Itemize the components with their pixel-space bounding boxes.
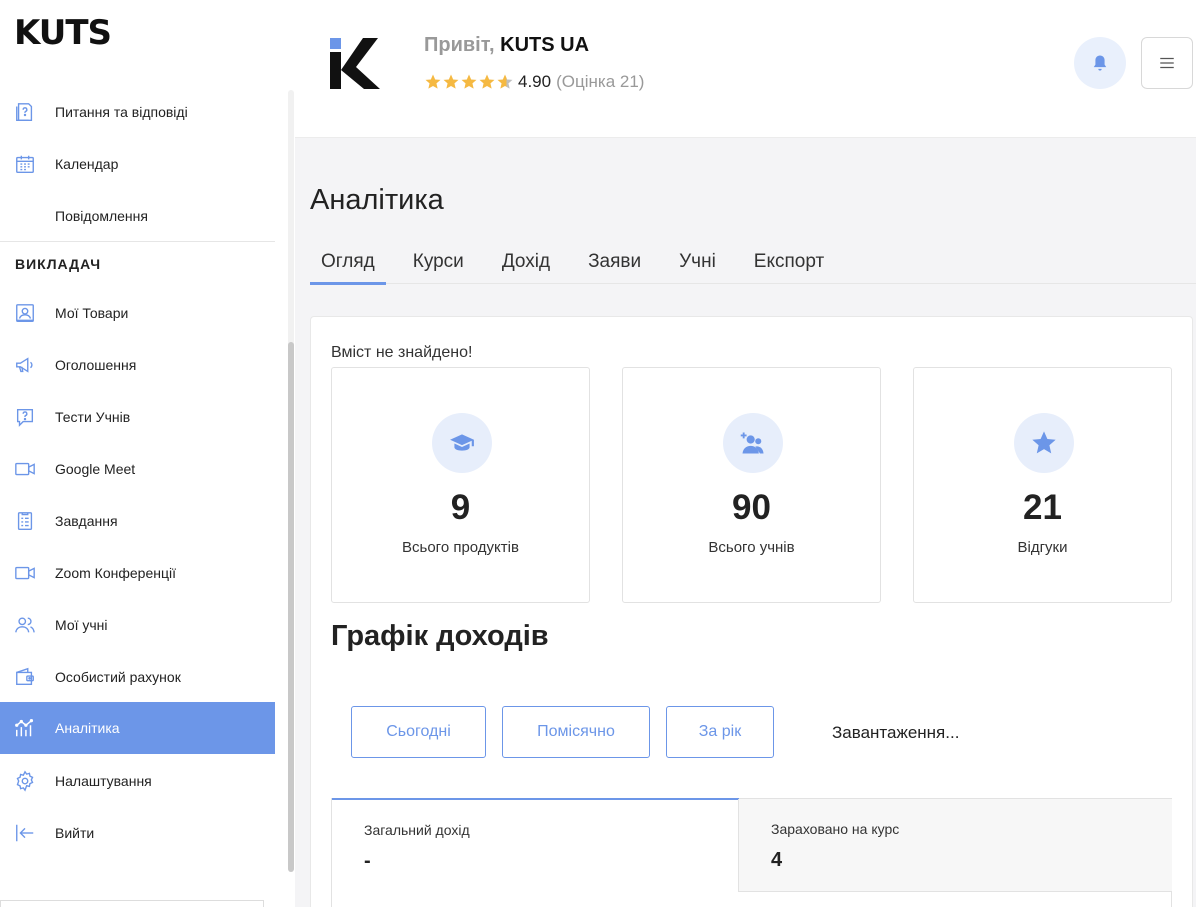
sidebar-section-title: ВИКЛАДАЧ [15,256,102,272]
product-icon [14,302,36,324]
megaphone-icon [14,354,36,376]
sidebar-item-student-tests[interactable]: Тести Учнів [0,391,275,443]
sidebar-item-label: Zoom Конференції [55,565,176,581]
tab-courses[interactable]: Курси [402,240,475,284]
sidebar-item-messages[interactable]: Повідомлення [0,190,275,242]
sidebar-item-settings[interactable]: Налаштування [0,755,275,807]
sidebar-item-label: Особистий рахунок [55,669,181,685]
sidebar-item-my-products[interactable]: Мої Товари [0,287,275,339]
sidebar-item-label: Тести Учнів [55,409,131,425]
quiz-icon [14,406,36,428]
logout-icon [14,822,36,844]
stat-value: 21 [1023,488,1062,527]
tab-export[interactable]: Експорт [743,240,835,284]
messages-icon [14,205,36,227]
sidebar-item-label: Оголошення [55,357,137,373]
graduation-cap-icon [432,413,492,473]
stat-card-students: 90 Всього учнів [622,367,881,603]
analytics-tabs: Огляд Курси Дохід Заяви Учні Експорт [310,240,1196,285]
sidebar-item-personal-account[interactable]: Особистий рахунок [0,651,275,703]
video-icon [14,562,36,584]
sidebar-item-label: Мої Товари [55,305,129,321]
stat-label: Всього учнів [708,539,795,556]
stat-value: 90 [732,488,771,527]
qa-book-icon [14,101,36,123]
range-yearly-button[interactable]: За рік [666,706,774,758]
income-summary: Загальний дохід - Зараховано на курс 4 [331,798,1172,907]
calendar-icon [14,153,36,175]
sidebar-item-label: Календар [55,156,119,172]
tab-income[interactable]: Дохід [491,240,561,284]
sidebar-item-zoom[interactable]: Zoom Конференції [0,547,275,599]
sidebar-item-my-students[interactable]: Мої учні [0,599,275,651]
tab-applications[interactable]: Заяви [577,240,652,284]
tab-students[interactable]: Учні [668,240,727,284]
loading-indicator: Завантаження... [832,723,960,742]
sidebar-item-label: Налаштування [55,773,152,789]
assignment-icon [14,510,36,532]
sidebar-footer [0,900,264,907]
sidebar-item-logout[interactable]: Вийти [0,807,275,859]
tab-overview[interactable]: Огляд [310,240,386,285]
brand-logo-icon [325,34,381,92]
notifications-button[interactable] [1074,37,1126,89]
summary-total-income[interactable]: Загальний дохід - [332,798,739,893]
range-monthly-button[interactable]: Помісячно [502,706,650,758]
star-icon [425,74,441,89]
users-icon [14,614,36,636]
sidebar-item-calendar[interactable]: Календар [0,138,275,190]
range-today-button[interactable]: Сьогодні [351,706,486,758]
half-star-icon [497,74,513,89]
stat-label: Відгуки [1017,539,1068,556]
user-rating: 4.90 (Оцінка 21) [424,72,644,92]
summary-value: - [364,850,371,872]
rating-count: (Оцінка 21) [556,72,645,91]
summary-enrolled[interactable]: Зараховано на курс 4 [738,799,1172,892]
sidebar-item-google-meet[interactable]: Google Meet [0,443,275,495]
star-icon [1014,413,1074,473]
sidebar: KUTS Питання та відповіді Календар Повід… [0,0,295,907]
bell-icon [1093,55,1107,71]
stat-card-products: 9 Всього продуктів [331,367,590,603]
sidebar-item-announcements[interactable]: Оголошення [0,339,275,391]
app-logo[interactable]: KUTS [14,14,112,52]
sidebar-scrollbar-thumb[interactable] [288,342,294,872]
sidebar-item-label: Мої учні [55,617,108,633]
stat-card-reviews: 21 Відгуки [913,367,1172,603]
sidebar-item-label: Повідомлення [55,208,148,224]
sidebar-item-analytics[interactable]: Аналітика [0,702,275,754]
sidebar-item-label: Питання та відповіді [55,104,188,120]
star-icon [461,74,477,89]
analytics-icon [14,717,36,739]
sidebar-item-label: Google Meet [55,461,136,477]
gear-icon [14,770,36,792]
star-icon [443,74,459,89]
sidebar-item-assignments[interactable]: Завдання [0,495,275,547]
empty-message: Вміст не знайдено! [331,344,473,361]
sidebar-item-label: Завдання [55,513,118,529]
star-icon [479,74,495,89]
sidebar-item-label: Вийти [55,825,95,841]
summary-label: Зараховано на курс [771,821,900,837]
sidebar-item-label: Аналітика [55,720,120,736]
hamburger-icon [1160,57,1174,69]
menu-button[interactable] [1141,37,1193,89]
summary-label: Загальний дохід [364,822,470,838]
add-user-icon [723,413,783,473]
video-icon [14,458,36,480]
sidebar-divider [0,241,275,242]
sidebar-item-qa[interactable]: Питання та відповіді [0,86,275,138]
stat-value: 9 [450,488,471,527]
rating-stars [424,73,514,91]
income-chart-title: Графік доходів [331,620,549,652]
rating-value: 4.90 [518,72,552,91]
summary-value: 4 [771,849,783,871]
wallet-icon [14,666,36,688]
user-name: KUTS UA [500,34,590,56]
stat-label: Всього продуктів [402,539,519,556]
greeting: Привіт, KUTS UA [424,34,590,56]
top-header: Привіт, KUTS UA 4.90 (Оцінка 21) [295,0,1196,138]
page-title: Аналітика [310,184,444,216]
